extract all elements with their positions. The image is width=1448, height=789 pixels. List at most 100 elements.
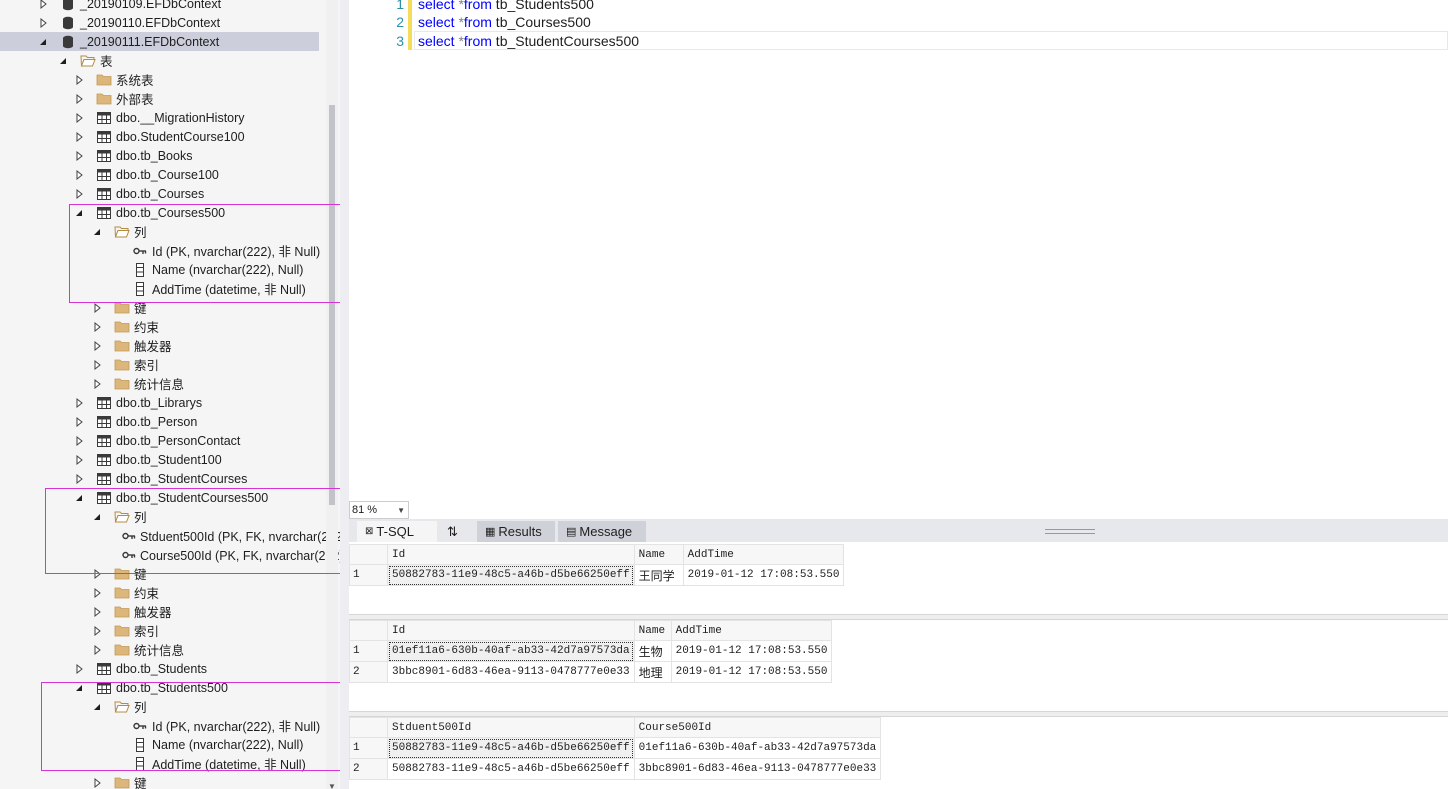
tree-node[interactable]: 外部表 [0, 89, 330, 108]
grid-cell[interactable]: 王同学 [633, 564, 684, 586]
expand-arrow-icon[interactable] [74, 454, 84, 465]
tree-node[interactable]: 约束 [0, 583, 330, 602]
tree-node[interactable]: dbo.__MigrationHistory [0, 108, 330, 127]
row-number[interactable]: 2 [349, 661, 388, 683]
column-header[interactable]: Name [633, 544, 684, 565]
expand-arrow-icon[interactable] [92, 644, 102, 655]
grid-cell[interactable]: 地理 [633, 661, 672, 683]
column-header[interactable]: AddTime [670, 620, 833, 641]
tree-node[interactable]: Course500Id (PK, FK, nvarchar(222), 非 Nu… [0, 545, 340, 564]
expand-arrow-icon[interactable] [74, 416, 84, 427]
splitter-grip[interactable] [1045, 529, 1095, 534]
tree-node[interactable]: dbo.tb_Course100 [0, 165, 330, 184]
tree-node[interactable]: 表 [0, 51, 330, 70]
table-row[interactable]: 2 50882783-11e9-48c5-a46b-d5be66250eff 3… [349, 758, 882, 780]
expand-arrow-icon[interactable] [92, 378, 102, 389]
expand-arrow-icon[interactable] [74, 397, 84, 408]
tree-node[interactable]: 索引 [0, 621, 330, 640]
expand-arrow-icon[interactable] [74, 93, 84, 104]
tree-node[interactable]: dbo.tb_StudentCourses500 [0, 488, 330, 507]
tree-node[interactable]: 列 [0, 697, 330, 716]
tree-node[interactable]: dbo.tb_Students500 [0, 678, 330, 697]
tree-node[interactable]: 键 [0, 773, 330, 789]
tree-node[interactable]: _20190110.EFDbContext [0, 13, 330, 32]
column-header[interactable]: Course500Id [633, 717, 882, 738]
collapse-arrow-icon[interactable] [74, 684, 84, 692]
table-row[interactable]: 1 50882783-11e9-48c5-a46b-d5be66250eff 王… [349, 564, 845, 586]
table-row[interactable]: 2 3bbc8901-6d83-46ea-9113-0478777e0e33 地… [349, 661, 833, 683]
tree-node[interactable]: AddTime (datetime, 非 Null) [0, 754, 330, 773]
grid-cell[interactable]: 3bbc8901-6d83-46ea-9113-0478777e0e33 [387, 661, 635, 683]
tab-sort[interactable]: ⇅ [439, 521, 469, 542]
expand-arrow-icon[interactable] [92, 302, 102, 313]
tree-node[interactable]: Stduent500Id (PK, FK, nvarchar(222), 非 N… [0, 526, 340, 545]
zoom-dropdown[interactable]: 81 % ▼ [349, 501, 409, 519]
tree-node[interactable]: dbo.tb_StudentCourses [0, 469, 330, 488]
expand-arrow-icon[interactable] [38, 17, 48, 28]
grid-cell[interactable]: 2019-01-12 17:08:53.550 [670, 640, 833, 662]
tree-node[interactable]: dbo.tb_Students [0, 659, 330, 678]
row-number[interactable]: 2 [349, 758, 388, 780]
column-header[interactable]: Name [633, 620, 672, 641]
tree-node[interactable]: dbo.tb_Student100 [0, 450, 330, 469]
code-text[interactable]: select *from tb_Students500 [418, 0, 594, 12]
code-text[interactable]: select *from tb_StudentCourses500 [418, 33, 639, 49]
expand-arrow-icon[interactable] [92, 340, 102, 351]
row-number[interactable]: 1 [349, 564, 388, 586]
tree-node[interactable]: 触发器 [0, 336, 330, 355]
explorer-scrollbar[interactable]: ▼ [326, 0, 338, 789]
expand-arrow-icon[interactable] [74, 169, 84, 180]
expand-arrow-icon[interactable] [92, 359, 102, 370]
grid-cell[interactable]: 2019-01-12 17:08:53.550 [670, 661, 833, 683]
row-number[interactable]: 1 [349, 737, 388, 759]
expand-arrow-icon[interactable] [74, 188, 84, 199]
tree-node[interactable]: 约束 [0, 317, 330, 336]
expand-arrow-icon[interactable] [74, 473, 84, 484]
grid-cell[interactable]: 50882783-11e9-48c5-a46b-d5be66250eff [387, 564, 635, 586]
tree-node[interactable]: 列 [0, 222, 330, 241]
collapse-arrow-icon[interactable] [74, 209, 84, 217]
grid-cell[interactable]: 01ef11a6-630b-40af-ab33-42d7a97573da [387, 640, 635, 662]
sql-editor[interactable]: 1 select *from tb_Students500 2 select *… [349, 0, 1448, 500]
result-grid-3[interactable]: Stduent500Id Course500Id 1 50882783-11e9… [349, 717, 882, 780]
tree-node[interactable]: 触发器 [0, 602, 330, 621]
tree-node[interactable]: Id (PK, nvarchar(222), 非 Null) [0, 241, 330, 260]
code-text[interactable]: select *from tb_Courses500 [418, 14, 591, 30]
explorer-scroll-thumb[interactable] [329, 105, 335, 505]
expand-arrow-icon[interactable] [74, 112, 84, 123]
column-header[interactable]: Stduent500Id [387, 717, 635, 738]
expand-arrow-icon[interactable] [92, 568, 102, 579]
expand-arrow-icon[interactable] [74, 435, 84, 446]
expand-arrow-icon[interactable] [92, 321, 102, 332]
grid-cell[interactable]: 50882783-11e9-48c5-a46b-d5be66250eff [387, 758, 635, 780]
expand-arrow-icon[interactable] [92, 606, 102, 617]
expand-arrow-icon[interactable] [74, 663, 84, 674]
column-header[interactable]: Id [387, 620, 635, 641]
tree-node[interactable]: 键 [0, 564, 330, 583]
tree-node[interactable]: Name (nvarchar(222), Null) [0, 735, 330, 754]
expand-arrow-icon[interactable] [74, 74, 84, 85]
tree-node[interactable]: dbo.tb_PersonContact [0, 431, 330, 450]
collapse-arrow-icon[interactable] [92, 513, 102, 521]
table-row[interactable]: 1 50882783-11e9-48c5-a46b-d5be66250eff 0… [349, 737, 882, 759]
tab-message[interactable]: ▤ Message [558, 521, 646, 542]
tree-node[interactable]: 键 [0, 298, 330, 317]
grid-cell[interactable]: 01ef11a6-630b-40af-ab33-42d7a97573da [633, 737, 882, 759]
collapse-arrow-icon[interactable] [92, 228, 102, 236]
tab-tsql[interactable]: ⊠ T-SQL [357, 521, 437, 542]
tab-results[interactable]: ▦ Results [477, 521, 555, 542]
expand-arrow-icon[interactable] [92, 777, 102, 788]
tree-node[interactable]: dbo.tb_Person [0, 412, 330, 431]
tree-node[interactable]: dbo.StudentCourse100 [0, 127, 330, 146]
expand-arrow-icon[interactable] [92, 625, 102, 636]
tree-node[interactable]: 统计信息 [0, 640, 330, 659]
tree-node[interactable]: _20190111.EFDbContext [0, 32, 319, 51]
tree-node[interactable]: 索引 [0, 355, 330, 374]
tree-node[interactable]: _20190109.EFDbContext [0, 0, 330, 13]
expand-arrow-icon[interactable] [38, 0, 48, 9]
column-header[interactable]: Id [387, 544, 635, 565]
scroll-down-arrow-icon[interactable]: ▼ [328, 782, 336, 789]
column-header[interactable]: AddTime [682, 544, 845, 565]
tree-node[interactable]: Name (nvarchar(222), Null) [0, 260, 330, 279]
collapse-arrow-icon[interactable] [58, 57, 68, 65]
